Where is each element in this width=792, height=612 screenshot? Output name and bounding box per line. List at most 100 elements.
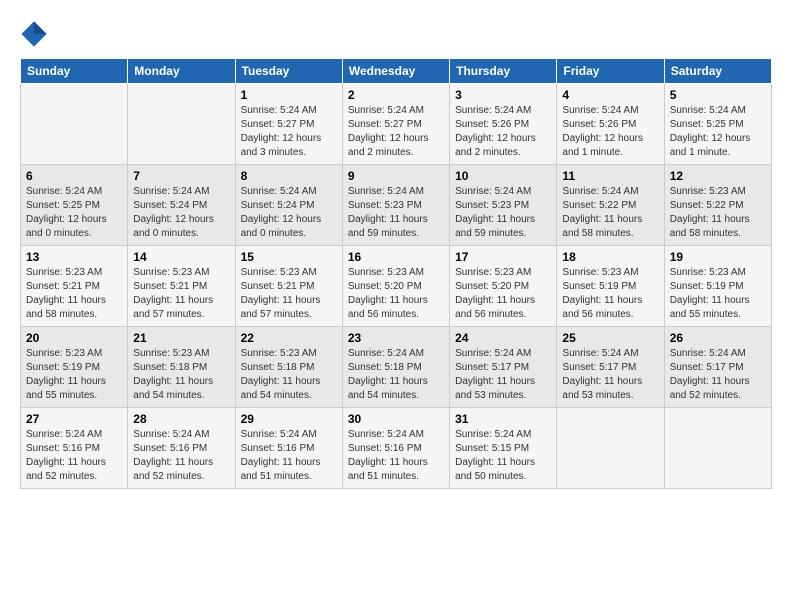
calendar-cell: 29 Sunrise: 5:24 AM Sunset: 5:16 PM Dayli… (235, 408, 342, 489)
day-info: Sunrise: 5:24 AM Sunset: 5:27 PM Dayligh… (348, 104, 444, 160)
day-number: 21 (133, 331, 229, 345)
day-info: Sunrise: 5:24 AM Sunset: 5:24 PM Dayligh… (133, 185, 229, 241)
day-number: 13 (26, 250, 122, 264)
day-number: 1 (241, 88, 337, 102)
day-number: 25 (562, 331, 658, 345)
calendar-cell: 2 Sunrise: 5:24 AM Sunset: 5:27 PM Daylig… (342, 84, 449, 165)
day-info: Sunrise: 5:23 AM Sunset: 5:21 PM Dayligh… (133, 266, 229, 322)
calendar-week-row: 20 Sunrise: 5:23 AM Sunset: 5:19 PM Dayli… (21, 327, 772, 408)
day-info: Sunrise: 5:24 AM Sunset: 5:15 PM Dayligh… (455, 428, 551, 484)
calendar-cell: 7 Sunrise: 5:24 AM Sunset: 5:24 PM Daylig… (128, 165, 235, 246)
calendar-cell: 22Sunrise: 5:23 AM Sunset: 5:18 PM Dayli… (235, 327, 342, 408)
day-info: Sunrise: 5:23 AM Sunset: 5:18 PM Dayligh… (241, 347, 337, 403)
day-number: 24 (455, 331, 551, 345)
calendar-cell: 14 Sunrise: 5:23 AM Sunset: 5:21 PM Dayli… (128, 246, 235, 327)
day-info: Sunrise: 5:23 AM Sunset: 5:21 PM Dayligh… (26, 266, 122, 322)
calendar-cell: 28 Sunrise: 5:24 AM Sunset: 5:16 PM Dayli… (128, 408, 235, 489)
calendar-cell: 26Sunrise: 5:24 AM Sunset: 5:17 PM Dayli… (664, 327, 771, 408)
calendar-cell: 27 Sunrise: 5:24 AM Sunset: 5:16 PM Dayli… (21, 408, 128, 489)
calendar-week-row: 6 Sunrise: 5:24 AM Sunset: 5:25 PM Daylig… (21, 165, 772, 246)
calendar-cell (664, 408, 771, 489)
day-number: 17 (455, 250, 551, 264)
day-number: 9 (348, 169, 444, 183)
day-number: 15 (241, 250, 337, 264)
day-info: Sunrise: 5:24 AM Sunset: 5:25 PM Dayligh… (26, 185, 122, 241)
calendar-week-row: 13 Sunrise: 5:23 AM Sunset: 5:21 PM Dayli… (21, 246, 772, 327)
calendar-cell: 15 Sunrise: 5:23 AM Sunset: 5:21 PM Dayli… (235, 246, 342, 327)
day-number: 2 (348, 88, 444, 102)
day-number: 29 (241, 412, 337, 426)
calendar-cell: 3 Sunrise: 5:24 AM Sunset: 5:26 PM Daylig… (450, 84, 557, 165)
day-info: Sunrise: 5:24 AM Sunset: 5:23 PM Dayligh… (348, 185, 444, 241)
day-info: Sunrise: 5:23 AM Sunset: 5:20 PM Dayligh… (455, 266, 551, 322)
day-number: 4 (562, 88, 658, 102)
day-number: 27 (26, 412, 122, 426)
calendar-cell: 30 Sunrise: 5:24 AM Sunset: 5:16 PM Dayli… (342, 408, 449, 489)
day-header-wednesday: Wednesday (342, 59, 449, 84)
calendar-cell (21, 84, 128, 165)
day-number: 23 (348, 331, 444, 345)
day-info: Sunrise: 5:24 AM Sunset: 5:16 PM Dayligh… (241, 428, 337, 484)
day-info: Sunrise: 5:23 AM Sunset: 5:19 PM Dayligh… (26, 347, 122, 403)
day-number: 6 (26, 169, 122, 183)
day-info: Sunrise: 5:24 AM Sunset: 5:24 PM Dayligh… (241, 185, 337, 241)
day-number: 7 (133, 169, 229, 183)
day-info: Sunrise: 5:24 AM Sunset: 5:17 PM Dayligh… (455, 347, 551, 403)
day-number: 3 (455, 88, 551, 102)
day-header-sunday: Sunday (21, 59, 128, 84)
day-info: Sunrise: 5:24 AM Sunset: 5:26 PM Dayligh… (562, 104, 658, 160)
calendar-cell: 4 Sunrise: 5:24 AM Sunset: 5:26 PM Daylig… (557, 84, 664, 165)
calendar-cell: 9 Sunrise: 5:24 AM Sunset: 5:23 PM Daylig… (342, 165, 449, 246)
calendar-cell: 13 Sunrise: 5:23 AM Sunset: 5:21 PM Dayli… (21, 246, 128, 327)
calendar-cell: 10 Sunrise: 5:24 AM Sunset: 5:23 PM Dayli… (450, 165, 557, 246)
calendar-cell: 25 Sunrise: 5:24 AM Sunset: 5:17 PM Dayli… (557, 327, 664, 408)
day-info: Sunrise: 5:24 AM Sunset: 5:25 PM Dayligh… (670, 104, 766, 160)
day-number: 31 (455, 412, 551, 426)
day-info: Sunrise: 5:24 AM Sunset: 5:26 PM Dayligh… (455, 104, 551, 160)
day-header-friday: Friday (557, 59, 664, 84)
calendar-cell: 1Sunrise: 5:24 AM Sunset: 5:27 PM Daylig… (235, 84, 342, 165)
day-number: 10 (455, 169, 551, 183)
calendar-cell: 31 Sunrise: 5:24 AM Sunset: 5:15 PM Dayli… (450, 408, 557, 489)
day-number: 19 (670, 250, 766, 264)
calendar-cell: 23Sunrise: 5:24 AM Sunset: 5:18 PM Dayli… (342, 327, 449, 408)
calendar-cell: 5Sunrise: 5:24 AM Sunset: 5:25 PM Daylig… (664, 84, 771, 165)
day-info: Sunrise: 5:24 AM Sunset: 5:22 PM Dayligh… (562, 185, 658, 241)
calendar-cell: 17 Sunrise: 5:23 AM Sunset: 5:20 PM Dayli… (450, 246, 557, 327)
day-number: 14 (133, 250, 229, 264)
day-number: 30 (348, 412, 444, 426)
day-number: 28 (133, 412, 229, 426)
calendar-cell (128, 84, 235, 165)
calendar-cell: 21 Sunrise: 5:23 AM Sunset: 5:18 PM Dayli… (128, 327, 235, 408)
day-info: Sunrise: 5:24 AM Sunset: 5:16 PM Dayligh… (26, 428, 122, 484)
day-number: 11 (562, 169, 658, 183)
day-info: Sunrise: 5:23 AM Sunset: 5:18 PM Dayligh… (133, 347, 229, 403)
calendar-cell: 20 Sunrise: 5:23 AM Sunset: 5:19 PM Dayli… (21, 327, 128, 408)
day-number: 8 (241, 169, 337, 183)
calendar-cell: 8 Sunrise: 5:24 AM Sunset: 5:24 PM Daylig… (235, 165, 342, 246)
page-header (20, 20, 772, 48)
day-info: Sunrise: 5:24 AM Sunset: 5:23 PM Dayligh… (455, 185, 551, 241)
calendar-cell: 19 Sunrise: 5:23 AM Sunset: 5:19 PM Dayli… (664, 246, 771, 327)
day-info: Sunrise: 5:24 AM Sunset: 5:17 PM Dayligh… (562, 347, 658, 403)
day-header-tuesday: Tuesday (235, 59, 342, 84)
calendar-week-row: 27 Sunrise: 5:24 AM Sunset: 5:16 PM Dayli… (21, 408, 772, 489)
day-info: Sunrise: 5:23 AM Sunset: 5:19 PM Dayligh… (562, 266, 658, 322)
logo-icon (20, 20, 48, 48)
day-number: 18 (562, 250, 658, 264)
calendar-cell: 18 Sunrise: 5:23 AM Sunset: 5:19 PM Dayli… (557, 246, 664, 327)
day-info: Sunrise: 5:24 AM Sunset: 5:17 PM Dayligh… (670, 347, 766, 403)
calendar-cell: 6 Sunrise: 5:24 AM Sunset: 5:25 PM Daylig… (21, 165, 128, 246)
day-info: Sunrise: 5:23 AM Sunset: 5:19 PM Dayligh… (670, 266, 766, 322)
calendar-week-row: 1 Sunrise: 5:24 AM Sunset: 5:27 PM Daylig… (21, 84, 772, 165)
day-number: 20 (26, 331, 122, 345)
calendar-header-row: SundayMondayTuesdayWednesdayThursdayFrid… (21, 59, 772, 84)
calendar-cell: 12Sunrise: 5:23 AM Sunset: 5:22 PM Dayli… (664, 165, 771, 246)
day-info: Sunrise: 5:24 AM Sunset: 5:16 PM Dayligh… (348, 428, 444, 484)
day-info: Sunrise: 5:24 AM Sunset: 5:16 PM Dayligh… (133, 428, 229, 484)
calendar-cell: 24 Sunrise: 5:24 AM Sunset: 5:17 PM Dayli… (450, 327, 557, 408)
calendar-cell: 11 Sunrise: 5:24 AM Sunset: 5:22 PM Dayli… (557, 165, 664, 246)
day-info: Sunrise: 5:23 AM Sunset: 5:21 PM Dayligh… (241, 266, 337, 322)
day-info: Sunrise: 5:23 AM Sunset: 5:22 PM Dayligh… (670, 185, 766, 241)
logo (20, 20, 52, 48)
